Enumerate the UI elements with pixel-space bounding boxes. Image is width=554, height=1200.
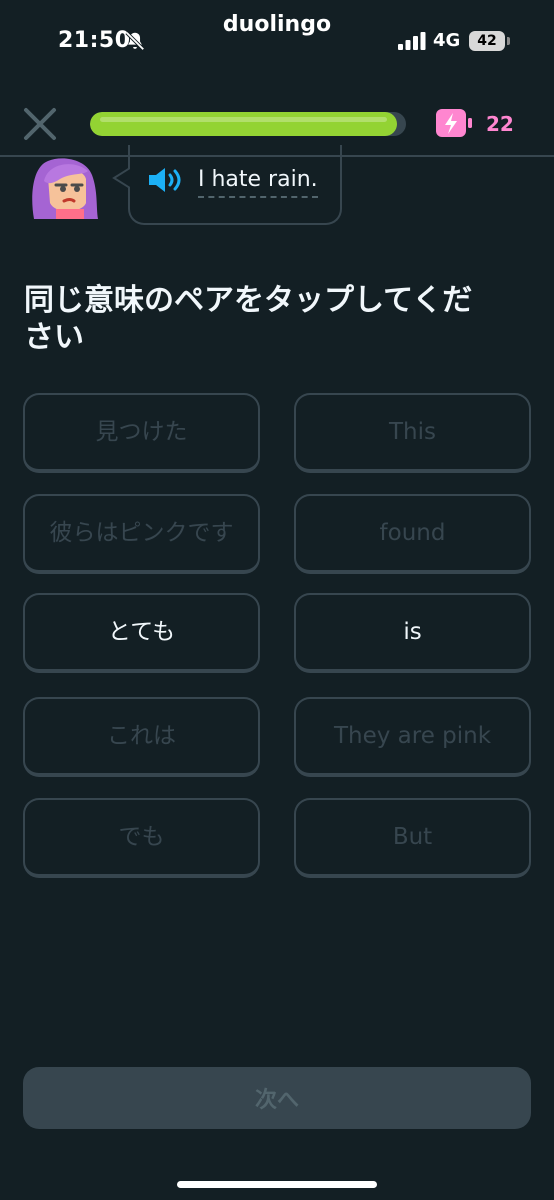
energy-icon[interactable] — [435, 108, 473, 138]
battery-level: 42 — [469, 31, 505, 51]
character-avatar — [32, 158, 98, 219]
signal-icon — [398, 32, 426, 50]
prompt-sentence[interactable]: I hate rain. — [198, 166, 318, 198]
pair-right-3[interactable]: is — [294, 593, 531, 673]
network-type: 4G — [433, 30, 461, 51]
pair-right-5[interactable]: But — [294, 798, 531, 878]
lesson-screen: 21:50 duolingo 4G 42 22 I hate rain. 同じ意… — [0, 0, 554, 1200]
close-icon[interactable] — [20, 104, 60, 144]
pair-left-4[interactable]: これは — [23, 697, 260, 777]
pair-right-1[interactable]: This — [294, 393, 531, 473]
status-bar: 21:50 duolingo 4G 42 — [0, 0, 554, 80]
next-button[interactable]: 次へ — [23, 1067, 531, 1129]
pair-left-5[interactable]: でも — [23, 798, 260, 878]
pair-left-2[interactable]: 彼らはピンクです — [23, 494, 260, 574]
lesson-progress-fill — [90, 112, 397, 136]
pair-right-2[interactable]: found — [294, 494, 531, 574]
pair-left-1[interactable]: 見つけた — [23, 393, 260, 473]
energy-count: 22 — [486, 112, 514, 136]
lesson-progress-bar — [90, 112, 406, 136]
speaker-icon[interactable] — [147, 166, 185, 194]
battery-icon — [507, 37, 510, 45]
home-indicator[interactable] — [177, 1181, 377, 1188]
pair-right-4[interactable]: They are pink — [294, 697, 531, 777]
speech-bubble-tail — [112, 168, 130, 188]
instruction-title: 同じ意味のペアをタップしてください — [24, 283, 473, 355]
pair-left-3[interactable]: とても — [23, 593, 260, 673]
